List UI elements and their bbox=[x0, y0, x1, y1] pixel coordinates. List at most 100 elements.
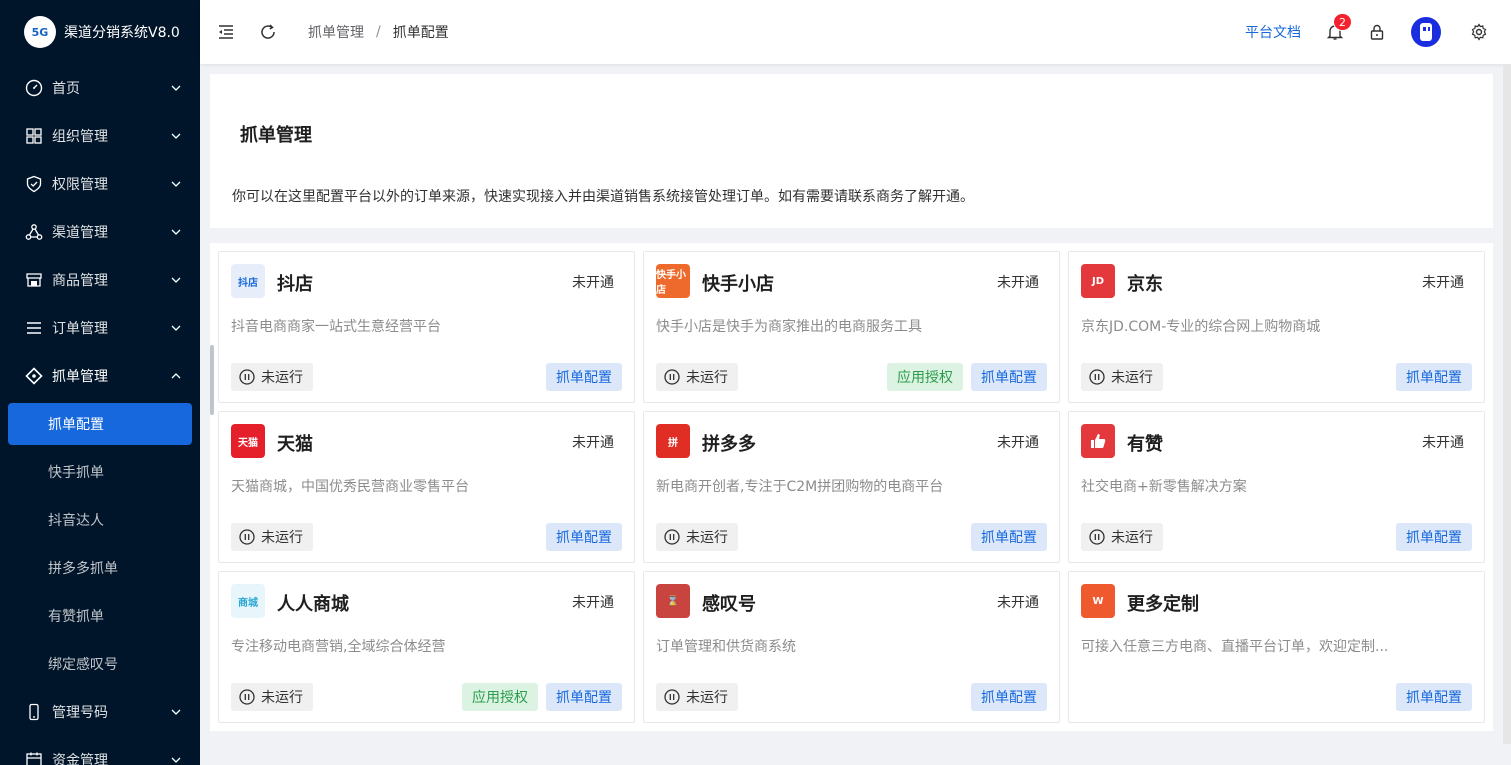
sidebar-item-label: 渠道管理 bbox=[52, 225, 108, 241]
chevron-down-icon bbox=[171, 757, 181, 763]
platform-description: 京东JD.COM-专业的综合网上购物商城 bbox=[1081, 319, 1321, 335]
sidebar-item-numbers[interactable]: 管理号码 bbox=[0, 688, 200, 736]
platform-name: 天猫 bbox=[277, 434, 313, 455]
chevron-down-icon bbox=[171, 325, 181, 331]
status-badge: 未开通 bbox=[997, 275, 1039, 291]
sidebar-item-label: 管理号码 bbox=[52, 705, 108, 721]
pause-icon bbox=[1089, 369, 1105, 385]
sidebar-scrollbar[interactable] bbox=[210, 345, 214, 415]
collapse-menu-icon[interactable] bbox=[216, 22, 236, 42]
sidebar-subitem-bind[interactable]: 绑定感叹号 bbox=[0, 640, 200, 688]
sidebar-subitem-label: 有赞抓单 bbox=[48, 609, 104, 625]
run-status-label: 未运行 bbox=[1111, 530, 1153, 546]
platform-name: 更多定制 bbox=[1127, 594, 1199, 615]
platform-description: 快手小店是快手为商家推出的电商服务工具 bbox=[656, 319, 922, 335]
pinduoduo-logo-icon: 拼 bbox=[656, 424, 690, 458]
sidebar-item-orders[interactable]: 订单管理 bbox=[0, 304, 200, 352]
platform-description: 专注移动电商营销,全域综合体经营 bbox=[231, 639, 446, 655]
sidebar-subitem-label: 快手抓单 bbox=[48, 465, 104, 481]
grab-config-button[interactable]: 抓单配置 bbox=[546, 683, 622, 711]
calendar-icon bbox=[24, 750, 44, 765]
chevron-down-icon bbox=[171, 229, 181, 235]
chevron-down-icon bbox=[171, 709, 181, 715]
platform-name: 京东 bbox=[1127, 274, 1163, 295]
custom-cart-logo-icon: W bbox=[1081, 584, 1115, 618]
chevron-down-icon bbox=[171, 181, 181, 187]
platform-description: 天猫商城，中国优秀民营商业零售平台 bbox=[231, 479, 469, 495]
grab-config-button[interactable]: 抓单配置 bbox=[1396, 363, 1472, 391]
sidebar-item-funds[interactable]: 资金管理 bbox=[0, 736, 200, 765]
app-auth-button[interactable]: 应用授权 bbox=[462, 683, 538, 711]
sidebar-item-label: 商品管理 bbox=[52, 273, 108, 289]
sidebar-subitem-label: 抖音达人 bbox=[48, 513, 104, 529]
brand[interactable]: 5G 渠道分销系统V8.0 bbox=[0, 0, 200, 64]
platform-card: 抖店 抖店 未开通 抖音电商商家一站式生意经营平台 未运行 抓单配置 bbox=[218, 251, 635, 403]
platform-card: 快手小店 快手小店 未开通 快手小店是快手为商家推出的电商服务工具 未运行 应用… bbox=[643, 251, 1060, 403]
platform-name: 快手小店 bbox=[702, 274, 774, 295]
sidebar-subitem-grab-config[interactable]: 抓单配置 bbox=[8, 403, 192, 445]
sidebar-subitem-douyin[interactable]: 抖音达人 bbox=[0, 496, 200, 544]
grab-config-button[interactable]: 抓单配置 bbox=[546, 523, 622, 551]
status-badge: 未开通 bbox=[572, 435, 614, 451]
status-badge: 未开通 bbox=[572, 275, 614, 291]
lock-icon[interactable] bbox=[1367, 22, 1387, 42]
chevron-down-icon bbox=[171, 133, 181, 139]
jd-logo-icon: JD bbox=[1081, 264, 1115, 298]
douyin-shop-logo-icon: 抖店 bbox=[231, 264, 265, 298]
run-status: 未运行 bbox=[1081, 523, 1163, 551]
grab-config-button[interactable]: 抓单配置 bbox=[971, 523, 1047, 551]
run-status: 未运行 bbox=[656, 683, 738, 711]
breadcrumb-current: 抓单配置 bbox=[392, 25, 449, 41]
chevron-down-icon bbox=[171, 85, 181, 91]
intro-panel: 抓单管理 你可以在这里配置平台以外的订单来源，快速实现接入并由渠道销售系统接管处… bbox=[210, 74, 1493, 228]
sidebar-item-home[interactable]: 首页 bbox=[0, 64, 200, 112]
run-status: 未运行 bbox=[231, 683, 313, 711]
notification-button[interactable]: 2 bbox=[1325, 13, 1352, 42]
dashboard-icon bbox=[24, 78, 44, 98]
status-badge: 未开通 bbox=[997, 595, 1039, 611]
run-status: 未运行 bbox=[1081, 363, 1163, 391]
breadcrumb-item[interactable]: 抓单管理 bbox=[308, 22, 364, 42]
grab-config-button[interactable]: 抓单配置 bbox=[1396, 683, 1472, 711]
platform-card-grid: 抖店 抖店 未开通 抖音电商商家一站式生意经营平台 未运行 抓单配置 快手小店 … bbox=[210, 243, 1493, 731]
grab-config-button[interactable]: 抓单配置 bbox=[971, 683, 1047, 711]
platform-description: 新电商开创者,专注于C2M拼团购物的电商平台 bbox=[656, 479, 944, 495]
pause-icon bbox=[664, 689, 680, 705]
grab-config-button[interactable]: 抓单配置 bbox=[546, 363, 622, 391]
chevron-down-icon bbox=[171, 277, 181, 283]
run-status-label: 未运行 bbox=[261, 370, 303, 386]
gear-icon[interactable] bbox=[1469, 22, 1489, 42]
pause-icon bbox=[239, 529, 255, 545]
sidebar-subitem-youzan[interactable]: 有赞抓单 bbox=[0, 592, 200, 640]
hourglass-logo-icon: ⌛ bbox=[656, 584, 690, 618]
sidebar-item-label: 抓单管理 bbox=[52, 369, 108, 385]
sidebar-item-goods[interactable]: 商品管理 bbox=[0, 256, 200, 304]
refresh-icon[interactable] bbox=[258, 22, 278, 42]
sidebar-item-permission[interactable]: 权限管理 bbox=[0, 160, 200, 208]
page-scrollbar[interactable] bbox=[1503, 64, 1511, 744]
sidebar-item-org[interactable]: 组织管理 bbox=[0, 112, 200, 160]
pause-icon bbox=[239, 689, 255, 705]
platform-docs-link[interactable]: 平台文档 bbox=[1245, 22, 1301, 42]
grab-config-button[interactable]: 抓单配置 bbox=[1396, 523, 1472, 551]
app-auth-button[interactable]: 应用授权 bbox=[887, 363, 963, 391]
sidebar-subitem-pdd[interactable]: 拼多多抓单 bbox=[0, 544, 200, 592]
grab-config-button[interactable]: 抓单配置 bbox=[971, 363, 1047, 391]
run-status-label: 未运行 bbox=[686, 370, 728, 386]
sidebar-item-label: 首页 bbox=[52, 81, 80, 97]
avatar[interactable] bbox=[1411, 17, 1441, 47]
youzan-logo-icon bbox=[1081, 424, 1115, 458]
platform-name: 人人商城 bbox=[277, 594, 349, 615]
run-status-label: 未运行 bbox=[686, 690, 728, 706]
top-header: 抓单管理 / 抓单配置 平台文档 2 bbox=[200, 0, 1511, 64]
sidebar-subitem-kuaishou[interactable]: 快手抓单 bbox=[0, 448, 200, 496]
main-content: 抓单管理 你可以在这里配置平台以外的订单来源，快速实现接入并由渠道销售系统接管处… bbox=[200, 64, 1511, 765]
platform-card: 商城 人人商城 未开通 专注移动电商营销,全域综合体经营 未运行 应用授权 抓单… bbox=[218, 571, 635, 723]
sidebar-item-grab[interactable]: 抓单管理 bbox=[0, 352, 200, 400]
platform-description: 可接入任意三方电商、直播平台订单，欢迎定制... bbox=[1081, 639, 1389, 655]
sidebar-item-channel[interactable]: 渠道管理 bbox=[0, 208, 200, 256]
page-title: 抓单管理 bbox=[240, 125, 312, 146]
phone-icon bbox=[24, 702, 44, 722]
platform-description: 抖音电商商家一站式生意经营平台 bbox=[231, 319, 441, 335]
run-status: 未运行 bbox=[231, 523, 313, 551]
